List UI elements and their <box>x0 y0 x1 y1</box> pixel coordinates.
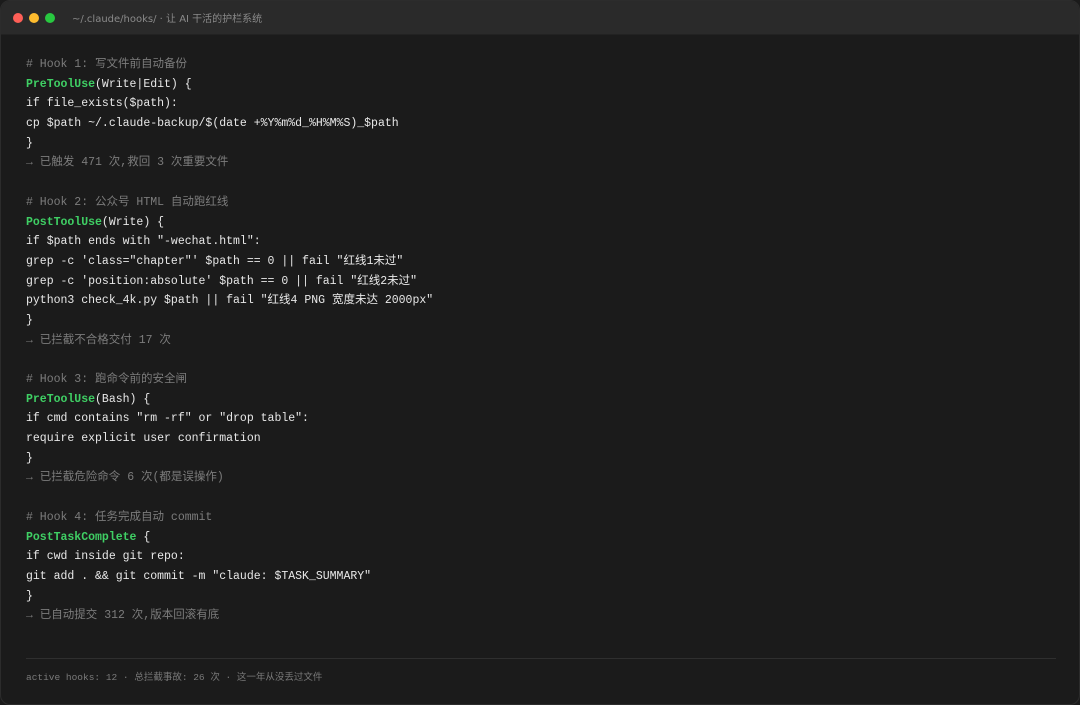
code-line: if cwd inside git repo: <box>26 550 185 564</box>
terminal-window: ~/.claude/hooks/ · 让 AI 干活的护栏系统 # Hook 1… <box>0 0 1080 705</box>
window-title: ~/.claude/hooks/ · 让 AI 干活的护栏系统 <box>72 14 263 25</box>
code-line: if $path ends with "-wechat.html": <box>26 235 261 249</box>
hook-event-keyword: PreToolUse <box>26 392 96 406</box>
title-bar: ~/.claude/hooks/ · 让 AI 干活的护栏系统 <box>1 1 1079 35</box>
hook-comment: # Hook 1: 写文件前自动备份 <box>26 58 188 71</box>
code-line: git add . && git commit -m "claude: $TAS… <box>26 569 372 583</box>
code-block: # Hook 1: 写文件前自动备份 PreToolUse(Write|Edit… <box>26 55 1056 626</box>
hook-result: → 已拦截不合格交付 17 次 <box>26 333 171 347</box>
code-line: require explicit user confirmation <box>26 432 261 446</box>
hook-header-args: (Bash) { <box>95 392 151 406</box>
hook-comment: # Hook 4: 任务完成自动 commit <box>26 510 213 524</box>
hook-result: → 已触发 471 次,救回 3 次重要文件 <box>26 156 229 170</box>
close-window-button[interactable] <box>13 13 23 23</box>
closing-brace: } <box>26 589 33 603</box>
hook-comment: # Hook 2: 公众号 HTML 自动跑红线 <box>26 195 229 209</box>
closing-brace: } <box>26 136 33 150</box>
hook-header-args: (Write) { <box>101 215 165 229</box>
hook-comment: # Hook 3: 跑命令前的安全闸 <box>26 373 188 386</box>
hook-event-keyword: PreToolUse <box>26 77 96 91</box>
hook-header: PreToolUse(Bash) { <box>26 390 1056 410</box>
hook-block: # Hook 4: 任务完成自动 commit PostTaskComplete… <box>26 508 1056 626</box>
code-line: cp $path ~/.claude-backup/$(date +%Y%m%d… <box>26 117 399 131</box>
code-line: if cmd contains "rm -rf" or "drop table"… <box>26 412 309 426</box>
minimize-window-button[interactable] <box>29 13 39 23</box>
code-line: python3 check_4k.py $path || fail "红线4 P… <box>26 294 434 308</box>
closing-brace: } <box>26 451 33 465</box>
hook-header: PostTaskComplete { <box>26 528 1056 548</box>
hook-result: → 已拦截危险命令 6 次(都是误操作) <box>26 471 224 485</box>
hook-block: # Hook 2: 公众号 HTML 自动跑红线 PostToolUse(Wri… <box>26 193 1056 351</box>
hook-header: PreToolUse(Write|Edit) { <box>26 75 1056 95</box>
closing-brace: } <box>26 313 33 327</box>
hook-header-args: (Write|Edit) { <box>95 77 192 91</box>
hook-event-keyword: PostToolUse <box>26 215 102 229</box>
hook-event-keyword: PostTaskComplete <box>26 530 137 544</box>
code-line: grep -c 'position:absolute' $path == 0 |… <box>26 274 418 288</box>
hook-result: → 已自动提交 312 次,版本回滚有底 <box>26 609 220 623</box>
zoom-window-button[interactable] <box>45 13 55 23</box>
footer-divider <box>26 658 1056 659</box>
hook-header: PostToolUse(Write) { <box>26 213 1056 233</box>
code-line: grep -c 'class="chapter"' $path == 0 || … <box>26 254 404 268</box>
hook-block: # Hook 1: 写文件前自动备份 PreToolUse(Write|Edit… <box>26 55 1056 173</box>
status-footer: active hooks: 12 · 总拦截事故: 26 次 · 这一年从没丢过… <box>26 672 323 683</box>
code-line: if file_exists($path): <box>26 97 178 111</box>
hook-block: # Hook 3: 跑命令前的安全闸 PreToolUse(Bash) { if… <box>26 370 1056 488</box>
hook-header-args: { <box>136 530 151 544</box>
